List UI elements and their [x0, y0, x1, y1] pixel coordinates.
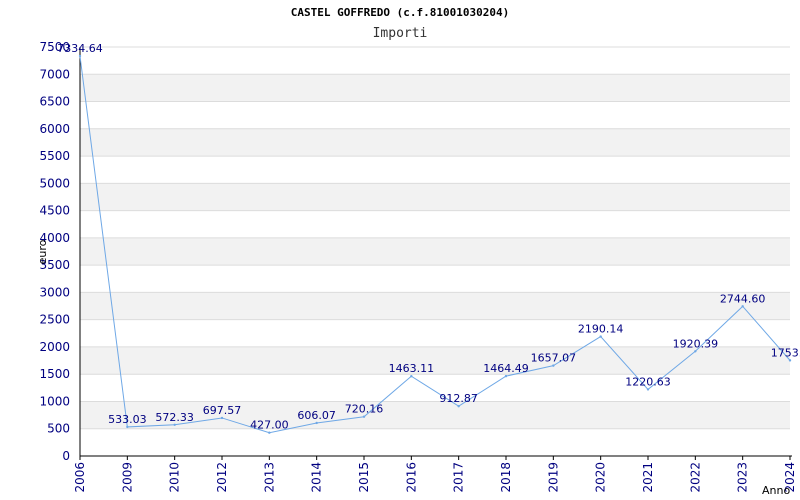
data-point — [126, 425, 129, 429]
y-tick-label: 2500 — [39, 313, 70, 327]
data-label: 427.00 — [250, 419, 289, 432]
x-tick-label: 2006 — [73, 462, 87, 493]
x-tick-label: 2022 — [688, 462, 702, 493]
chart: CASTEL GOFFREDO (c.f.81001030204) Import… — [0, 0, 800, 500]
data-label: 1220.63 — [625, 375, 671, 388]
data-label: 572.33 — [155, 411, 194, 424]
y-tick-label: 4500 — [39, 204, 70, 218]
data-point — [220, 416, 224, 420]
x-tick-label: 2019 — [546, 462, 560, 493]
x-tick-label: 2014 — [310, 462, 324, 493]
x-tick-label: 2012 — [215, 462, 229, 493]
data-point — [646, 388, 650, 391]
data-label: 1463.11 — [389, 362, 435, 375]
grid-band — [80, 183, 790, 211]
data-point — [788, 359, 792, 362]
data-point — [552, 364, 555, 367]
data-label: 606.07 — [297, 409, 336, 422]
x-axis-label: Anno — [762, 484, 790, 497]
grid-band — [80, 74, 790, 102]
y-tick-label: 5000 — [39, 176, 70, 190]
data-point — [315, 421, 318, 425]
y-tick-label: 1500 — [39, 367, 70, 381]
x-tick-label: 2013 — [262, 462, 276, 493]
x-tick-label: 2009 — [120, 462, 134, 493]
data-label: 1920.39 — [673, 337, 719, 350]
data-point — [504, 374, 508, 378]
data-label: 533.03 — [108, 413, 147, 426]
data-point — [78, 54, 82, 58]
data-point — [599, 335, 602, 338]
y-tick-label: 6500 — [39, 95, 70, 109]
data-point — [741, 305, 744, 308]
x-tick-label: 2010 — [168, 462, 182, 493]
data-label: 912.87 — [439, 392, 478, 405]
data-label: 1657.07 — [531, 352, 577, 365]
y-tick-label: 2000 — [39, 340, 70, 354]
x-tick-label: 2020 — [594, 462, 608, 493]
y-tick-label: 6000 — [39, 122, 70, 136]
data-point — [173, 423, 176, 426]
y-tick-label: 5500 — [39, 149, 70, 163]
y-tick-label: 0 — [62, 449, 70, 463]
y-tick-label: 7000 — [39, 67, 70, 81]
y-tick-label: 1000 — [39, 394, 70, 408]
data-label: 720.16 — [345, 403, 384, 416]
data-label: 7334.64 — [57, 42, 103, 55]
x-tick-label: 2015 — [357, 462, 371, 493]
grid-band — [80, 237, 790, 266]
data-point — [694, 350, 697, 353]
data-label: 1464.49 — [483, 362, 529, 375]
x-tick-label: 2023 — [736, 462, 750, 493]
grid-band — [80, 128, 790, 157]
grid-band — [80, 292, 790, 320]
data-point — [410, 375, 413, 378]
data-label: 2190.14 — [578, 323, 624, 336]
x-tick-label: 2018 — [499, 462, 513, 493]
y-axis-label: euro — [36, 239, 49, 264]
x-tick-label: 2017 — [452, 462, 466, 493]
data-point — [457, 405, 460, 408]
y-tick-label: 500 — [47, 422, 70, 436]
data-label: 697.57 — [203, 404, 242, 417]
plot-area: 0500100015002000250030003500400045005000… — [36, 40, 800, 497]
y-tick-label: 3000 — [39, 285, 70, 299]
data-point — [268, 431, 271, 434]
data-label: 1753.4 — [771, 346, 800, 359]
data-label: 2744.60 — [720, 292, 766, 305]
x-tick-label: 2021 — [641, 462, 655, 493]
data-point — [362, 415, 366, 418]
x-tick-label: 2016 — [404, 462, 418, 493]
